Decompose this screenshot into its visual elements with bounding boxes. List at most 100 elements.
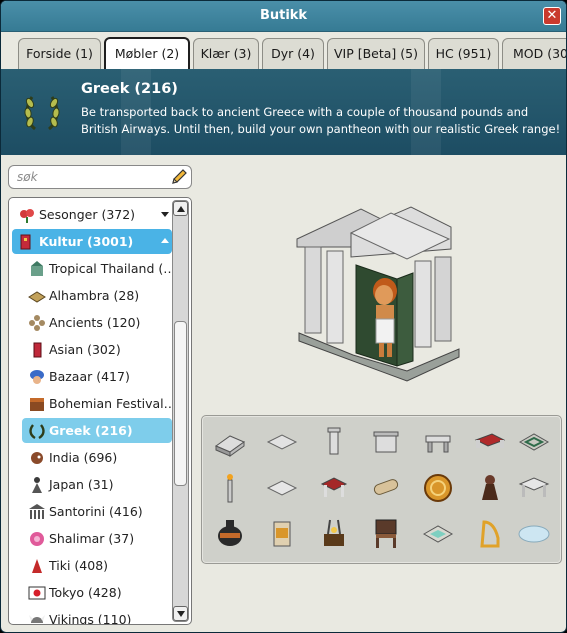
category-vikings[interactable]: Vikings (110) bbox=[9, 607, 172, 624]
scroll-up-button[interactable] bbox=[173, 201, 188, 216]
japan-flag-icon bbox=[28, 586, 46, 600]
category-sesonger[interactable]: Sesonger (372) bbox=[9, 202, 172, 227]
product-item[interactable] bbox=[312, 468, 356, 508]
category-india[interactable]: India (696) bbox=[9, 445, 172, 470]
laurel-wreath-icon bbox=[24, 96, 60, 131]
flower-icon bbox=[20, 209, 34, 223]
product-item[interactable] bbox=[512, 422, 556, 462]
category-ancients[interactable]: Ancients (120) bbox=[9, 310, 172, 335]
scroll-down-button[interactable] bbox=[173, 606, 188, 621]
product-item[interactable] bbox=[512, 514, 556, 554]
product-item[interactable] bbox=[260, 422, 304, 462]
tab-klaer[interactable]: Klær (3) bbox=[193, 38, 259, 69]
category-title: Greek (216) bbox=[81, 81, 178, 97]
tab-hc[interactable]: HC (951) bbox=[428, 38, 499, 69]
red-bed-icon bbox=[474, 433, 506, 448]
lantern-icon bbox=[33, 342, 42, 358]
product-item[interactable] bbox=[512, 468, 556, 508]
arrow-down-icon bbox=[177, 611, 185, 617]
furniture-preview bbox=[296, 206, 460, 382]
product-item[interactable] bbox=[208, 422, 252, 462]
category-asian[interactable]: Asian (302) bbox=[9, 337, 172, 362]
laurel-wreath-icon bbox=[29, 424, 45, 440]
shop-window: Butikk ✕ Forside (1) Møbler (2) Klær (3)… bbox=[0, 0, 567, 633]
chevron-down-icon[interactable] bbox=[161, 212, 169, 217]
chest-icon bbox=[30, 398, 44, 411]
category-bazaar[interactable]: Bazaar (417) bbox=[9, 364, 172, 389]
gold-coin-icon bbox=[424, 474, 452, 502]
marble-table-icon bbox=[518, 477, 550, 497]
scroll-thumb[interactable] bbox=[174, 321, 187, 486]
category-banner: Greek (216) Be transported back to ancie… bbox=[1, 69, 566, 155]
marble-tile-icon bbox=[266, 480, 298, 496]
category-tropical-thailand[interactable]: Tropical Thailand (… bbox=[9, 256, 172, 281]
category-bohemian-festival[interactable]: Bohemian Festival… bbox=[9, 391, 172, 416]
tab-mod[interactable]: MOD (30 bbox=[502, 38, 566, 69]
product-item[interactable] bbox=[312, 514, 356, 554]
category-tokyo[interactable]: Tokyo (428) bbox=[9, 580, 172, 605]
fountain-icon bbox=[422, 525, 454, 543]
category-scrollbar[interactable] bbox=[172, 200, 189, 622]
category-shalimar[interactable]: Shalimar (37) bbox=[9, 526, 172, 551]
tropical-icon bbox=[31, 261, 43, 276]
product-item[interactable] bbox=[364, 468, 408, 508]
tab-dyr[interactable]: Dyr (4) bbox=[262, 38, 324, 69]
close-button[interactable]: ✕ bbox=[543, 7, 561, 25]
category-tiki[interactable]: Tiki (408) bbox=[9, 553, 172, 578]
tiki-icon bbox=[32, 559, 42, 573]
tab-forside[interactable]: Forside (1) bbox=[18, 38, 101, 69]
product-item[interactable] bbox=[416, 422, 460, 462]
ancients-icon bbox=[29, 315, 45, 331]
tab-bar: Forside (1) Møbler (2) Klær (3) Dyr (4) … bbox=[1, 32, 566, 70]
marble-slab-icon bbox=[214, 435, 246, 457]
product-item[interactable] bbox=[260, 514, 304, 554]
golden-harp-icon bbox=[480, 520, 500, 548]
pencil-icon[interactable] bbox=[170, 168, 188, 186]
column-icon bbox=[327, 427, 341, 455]
elephant-icon bbox=[31, 452, 43, 464]
product-item[interactable] bbox=[208, 468, 252, 508]
category-japan[interactable]: Japan (31) bbox=[9, 472, 172, 497]
red-table-icon bbox=[320, 477, 348, 497]
category-list: Sesonger (372) Kultur (3001) Tropical Th… bbox=[8, 197, 192, 625]
product-item[interactable] bbox=[468, 422, 512, 462]
tab-mobler[interactable]: Møbler (2) bbox=[104, 37, 190, 70]
greek-temple-gate bbox=[296, 206, 460, 382]
product-grid bbox=[201, 415, 562, 564]
lyre-basket-icon bbox=[324, 519, 344, 546]
category-greek[interactable]: Greek (216) bbox=[22, 418, 172, 443]
amphora-icon bbox=[218, 520, 242, 546]
scroll-icon bbox=[373, 479, 399, 495]
floor-mosaic-icon bbox=[518, 433, 550, 451]
pedestal-icon bbox=[273, 521, 291, 547]
cloud-rug-icon bbox=[518, 525, 550, 543]
wooden-chair-icon bbox=[375, 519, 397, 548]
torch-stand-icon bbox=[227, 474, 233, 503]
product-item[interactable] bbox=[416, 468, 460, 508]
floor-tile-icon bbox=[266, 434, 298, 450]
category-santorini[interactable]: Santorini (416) bbox=[9, 499, 172, 524]
product-item[interactable] bbox=[416, 514, 460, 554]
temple-icon bbox=[29, 504, 45, 519]
product-item[interactable] bbox=[468, 468, 512, 508]
product-item[interactable] bbox=[260, 468, 304, 508]
chevron-up-icon[interactable] bbox=[161, 238, 169, 243]
search-input[interactable] bbox=[17, 168, 167, 186]
product-item[interactable] bbox=[312, 422, 356, 462]
search-box bbox=[8, 165, 192, 189]
window-title: Butikk bbox=[259, 8, 308, 23]
product-item[interactable] bbox=[468, 514, 512, 554]
column-section-icon bbox=[373, 431, 399, 453]
product-item[interactable] bbox=[364, 422, 408, 462]
figure-icon bbox=[32, 477, 42, 493]
marble-bench-icon bbox=[425, 435, 451, 453]
product-item[interactable] bbox=[364, 514, 408, 554]
product-item[interactable] bbox=[208, 514, 252, 554]
title-bar[interactable]: Butikk ✕ bbox=[1, 1, 566, 32]
arrow-up-icon bbox=[177, 206, 185, 212]
cushion-icon bbox=[30, 532, 44, 546]
rug-icon bbox=[28, 291, 46, 303]
tab-vip[interactable]: VIP [Beta] (5) bbox=[327, 38, 425, 69]
category-kultur[interactable]: Kultur (3001) bbox=[12, 229, 172, 254]
category-alhambra[interactable]: Alhambra (28) bbox=[9, 283, 172, 308]
